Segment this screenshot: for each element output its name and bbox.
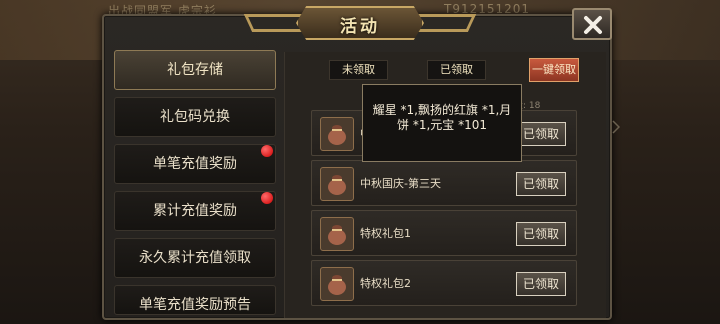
activity-sidebar: 礼包存储 礼包码兑换 单笔充值奖励 累计充值奖励 永久累计充值领取 单笔充值奖励… bbox=[114, 50, 278, 322]
gift-name: 中秋国庆-第三天 bbox=[360, 177, 441, 190]
gift-name: 特权礼包1 bbox=[360, 227, 411, 240]
tab-label: 单笔充值奖励 bbox=[153, 156, 237, 172]
gift-item: 特权礼包2 已领取 bbox=[311, 260, 577, 306]
claimed-button[interactable]: 已领取 bbox=[516, 172, 566, 196]
tab-label: 永久累计充值领取 bbox=[139, 250, 251, 266]
notification-dot bbox=[261, 145, 273, 157]
gift-bag-icon bbox=[320, 267, 354, 301]
title-plate: 活动 bbox=[243, 4, 477, 42]
tab-single-recharge[interactable]: 单笔充值奖励 bbox=[114, 144, 276, 184]
gift-item: 特权礼包1 已领取 bbox=[311, 210, 577, 256]
tab-label: 礼包存储 bbox=[167, 62, 223, 78]
close-icon bbox=[584, 16, 602, 34]
tab-label: 礼包码兑换 bbox=[160, 109, 230, 125]
gift-bag-icon bbox=[320, 167, 354, 201]
tab-recharge-preview[interactable]: 单笔充值奖励预告 bbox=[114, 285, 276, 315]
claim-all-button[interactable]: 一键领取 bbox=[529, 58, 579, 82]
claimed-button[interactable]: 已领取 bbox=[516, 272, 566, 296]
filter-unclaimed-button[interactable]: 未领取 bbox=[329, 60, 388, 80]
tab-label: 单笔充值奖励预告 bbox=[139, 297, 251, 313]
claimed-button[interactable]: 已领取 bbox=[516, 222, 566, 246]
filter-bar: 未领取 已领取 一键领取 bbox=[285, 58, 607, 82]
tab-gift-code[interactable]: 礼包码兑换 bbox=[114, 97, 276, 137]
gift-name: 特权礼包2 bbox=[360, 277, 411, 290]
panel-title: 活动 bbox=[340, 17, 380, 37]
tooltip-text: 耀星 *1,飘扬的红旗 *1,月饼 *1,元宝 *101 bbox=[372, 103, 512, 132]
notification-dot bbox=[261, 192, 273, 204]
claimed-button[interactable]: 已领取 bbox=[516, 122, 566, 146]
tab-label: 累计充值奖励 bbox=[153, 203, 237, 219]
close-button[interactable] bbox=[572, 8, 612, 40]
gift-bag-icon bbox=[320, 117, 354, 151]
tab-cumulative-recharge[interactable]: 累计充值奖励 bbox=[114, 191, 276, 231]
tab-gift-storage[interactable]: 礼包存储 bbox=[114, 50, 276, 90]
tab-permanent-recharge[interactable]: 永久累计充值领取 bbox=[114, 238, 276, 278]
gift-item: 中秋国庆-第三天 已领取 bbox=[311, 160, 577, 206]
gift-bag-icon bbox=[320, 217, 354, 251]
filter-claimed-button[interactable]: 已领取 bbox=[427, 60, 486, 80]
reward-tooltip: 耀星 *1,飘扬的红旗 *1,月饼 *1,元宝 *101 bbox=[362, 84, 522, 162]
chevron-right-icon bbox=[612, 120, 620, 134]
